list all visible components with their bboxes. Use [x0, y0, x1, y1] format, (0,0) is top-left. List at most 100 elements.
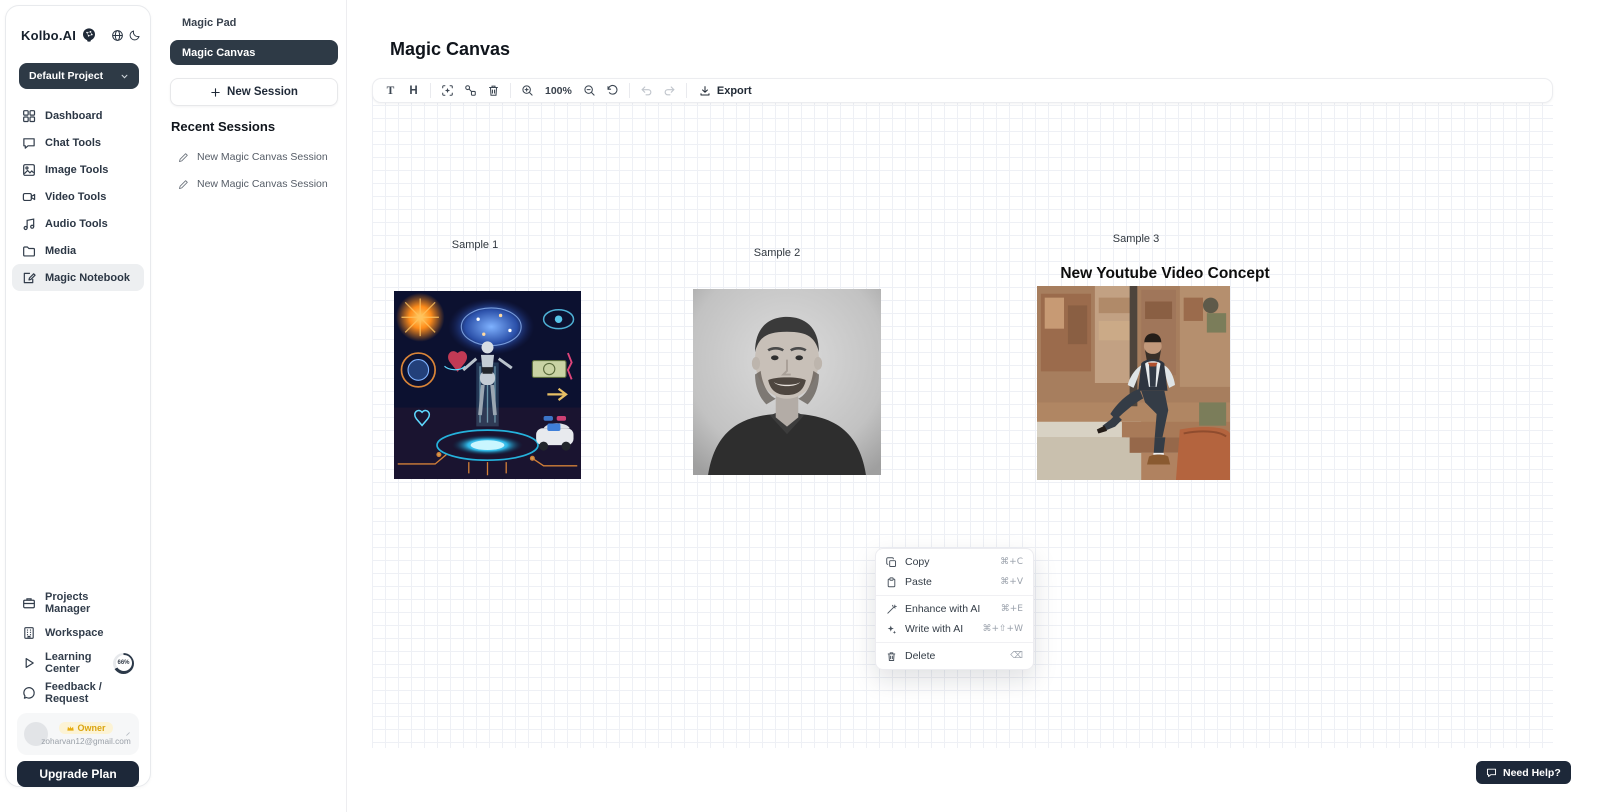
magic-pad-label: Magic Pad: [182, 17, 236, 29]
chevron-down-icon: [120, 72, 129, 81]
sample-3-image[interactable]: [1037, 286, 1230, 480]
notebook-pen-icon: [22, 271, 36, 285]
briefcase-icon: [22, 596, 36, 610]
zoom-level-value[interactable]: 100%: [539, 85, 578, 97]
sidebar-nav: Dashboard Chat Tools Image Tools Video T…: [12, 102, 144, 291]
recent-sessions-title: Recent Sessions: [171, 119, 275, 134]
context-menu-item-delete[interactable]: Delete ⌫: [876, 646, 1033, 666]
sidebar-item-chat-tools[interactable]: Chat Tools: [12, 129, 144, 156]
logo-row: Kolbo.AI: [21, 27, 141, 43]
learning-progress-ring: 66%: [113, 653, 134, 674]
undo-button[interactable]: [635, 81, 658, 100]
text-icon: T: [387, 85, 395, 97]
zoom-out-button[interactable]: [578, 81, 601, 100]
moon-icon[interactable]: [129, 29, 141, 41]
shortcut-hint: ⌘+⇧+W: [982, 624, 1023, 634]
zoom-in-icon: [521, 84, 534, 97]
user-email: zoharvan12@gmail.com: [41, 736, 131, 746]
ai-select-button[interactable]: [436, 81, 459, 100]
session-item[interactable]: New Magic Canvas Session: [178, 178, 328, 190]
sample-2-label[interactable]: Sample 2: [754, 247, 800, 259]
sidebar-item-label: Dashboard: [45, 110, 102, 122]
shortcut-hint: ⌘+C: [1000, 557, 1023, 567]
brain-head-icon: [81, 27, 97, 43]
ai-select-icon: [441, 84, 454, 97]
session-item[interactable]: New Magic Canvas Session: [178, 151, 328, 163]
context-menu-item-write-with-ai[interactable]: Write with AI ⌘+⇧+W: [876, 619, 1033, 639]
sample-1-label[interactable]: Sample 1: [452, 239, 498, 251]
workflow-icon: [464, 84, 477, 97]
context-menu-label: Write with AI: [905, 623, 963, 635]
sidebar-item-label: Media: [45, 245, 76, 257]
new-session-button[interactable]: New Session: [170, 78, 338, 106]
sidebar-item-video-tools[interactable]: Video Tools: [12, 183, 144, 210]
delete-tool-button[interactable]: [482, 81, 505, 100]
chat-icon: [22, 136, 36, 150]
context-menu-item-paste[interactable]: Paste ⌘+V: [876, 572, 1033, 592]
building-icon: [22, 626, 36, 640]
magic-canvas-surface[interactable]: New Youtube Video Concept Sample 1 Sampl…: [372, 92, 1553, 748]
toolbar-divider: [430, 83, 431, 98]
undo-icon: [640, 84, 653, 97]
nav-magic-pad[interactable]: Magic Pad: [170, 11, 338, 34]
need-help-button[interactable]: Need Help?: [1476, 761, 1571, 784]
music-note-icon: [22, 217, 36, 231]
sidebar-item-feedback-request[interactable]: Feedback / Request: [12, 678, 144, 708]
sidebar-item-learning-center[interactable]: Learning Center 66%: [12, 648, 144, 678]
clipboard-icon: [886, 577, 897, 588]
sample-1-image[interactable]: [394, 291, 581, 479]
video-icon: [22, 190, 36, 204]
zoom-out-icon: [583, 84, 596, 97]
export-label: Export: [717, 85, 752, 97]
context-menu-label: Copy: [905, 556, 930, 568]
reset-view-button[interactable]: [601, 81, 624, 100]
toolbar-divider: [686, 83, 687, 98]
sidebar-item-label: Video Tools: [45, 191, 106, 203]
sidebar-item-workspace[interactable]: Workspace: [12, 618, 144, 648]
new-session-label: New Session: [227, 86, 298, 98]
heading-tool-button[interactable]: H: [402, 81, 425, 100]
crown-icon: [66, 724, 75, 733]
owner-badge: Owner: [59, 722, 112, 734]
context-menu: Copy ⌘+C Paste ⌘+V Enhance with AI ⌘+E W…: [875, 548, 1034, 670]
workflow-button[interactable]: [459, 81, 482, 100]
user-account-card[interactable]: Owner zoharvan12@gmail.com: [17, 713, 139, 755]
globe-icon[interactable]: [111, 29, 124, 42]
shortcut-hint: ⌘+V: [1000, 577, 1023, 587]
toolbar-divider: [510, 83, 511, 98]
export-button[interactable]: Export: [692, 85, 759, 97]
session-panel: Magic Pad Magic Canvas New Session Recen…: [156, 0, 347, 812]
zoom-in-button[interactable]: [516, 81, 539, 100]
nav-magic-canvas[interactable]: Magic Canvas: [170, 40, 338, 65]
sidebar-item-projects-manager[interactable]: Projects Manager: [12, 588, 144, 618]
context-menu-item-enhance-with-ai[interactable]: Enhance with AI ⌘+E: [876, 599, 1033, 619]
upgrade-plan-button[interactable]: Upgrade Plan: [17, 761, 139, 787]
trash-icon: [487, 84, 500, 97]
context-menu-item-copy[interactable]: Copy ⌘+C: [876, 552, 1033, 572]
sidebar-item-dashboard[interactable]: Dashboard: [12, 102, 144, 129]
sidebar-item-audio-tools[interactable]: Audio Tools: [12, 210, 144, 237]
text-tool-button[interactable]: T: [379, 81, 402, 100]
chat-icon: [1486, 767, 1497, 778]
learning-progress-value: 66%: [116, 655, 132, 671]
plus-icon: [210, 87, 221, 98]
redo-icon: [663, 84, 676, 97]
canvas-heading-text[interactable]: New Youtube Video Concept: [1060, 265, 1269, 283]
session-item-label: New Magic Canvas Session: [197, 151, 328, 163]
sidebar-item-magic-notebook[interactable]: Magic Notebook: [12, 264, 144, 291]
sample-2-image[interactable]: [693, 289, 881, 475]
trash-icon: [886, 651, 897, 662]
magic-canvas-label: Magic Canvas: [182, 47, 255, 59]
project-selector[interactable]: Default Project: [19, 63, 139, 89]
sidebar-item-media[interactable]: Media: [12, 237, 144, 264]
pencil-icon: [178, 152, 189, 163]
sidebar-item-image-tools[interactable]: Image Tools: [12, 156, 144, 183]
sparkles-icon: [886, 624, 897, 635]
heading-icon: H: [409, 85, 417, 97]
sample-3-label[interactable]: Sample 3: [1113, 233, 1159, 245]
wand-icon: [886, 604, 897, 615]
redo-button[interactable]: [658, 81, 681, 100]
download-icon: [699, 85, 711, 97]
page-title: Magic Canvas: [390, 39, 510, 60]
dashboard-grid-icon: [22, 109, 36, 123]
